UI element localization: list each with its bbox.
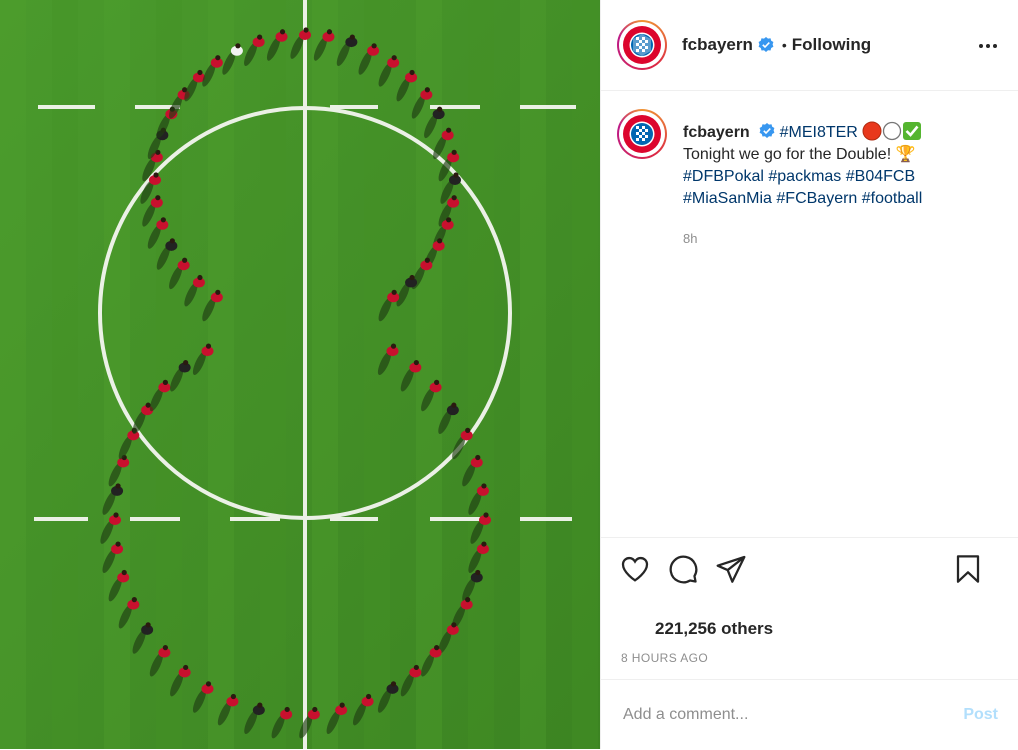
likes-count[interactable]: 221,256 others xyxy=(655,619,773,639)
post-time-ago[interactable]: 8 HOURS AGO xyxy=(621,651,708,665)
action-bar xyxy=(601,537,1018,600)
caption-area: fcbayern #MEI8TER Tonight we go for the … xyxy=(601,91,1018,537)
post-side-panel: fcbayern • Following fcbayern #MEI8TER T… xyxy=(600,0,1018,749)
pitch-photo xyxy=(0,0,600,749)
post-image[interactable] xyxy=(0,0,600,749)
caption-avatar[interactable] xyxy=(617,109,667,159)
caption-time[interactable]: 8h xyxy=(683,228,924,250)
heart-icon[interactable] xyxy=(619,553,651,585)
emoji-red-white-check-icon xyxy=(862,121,922,141)
caption-message: Tonight we go for the Double! 🏆 xyxy=(683,146,916,163)
comment-bubble-icon[interactable] xyxy=(667,553,699,585)
verified-badge-icon xyxy=(758,37,774,52)
comment-box: Post xyxy=(601,679,1018,750)
hashtag-link[interactable]: #FCBayern xyxy=(776,190,857,207)
header-username[interactable]: fcbayern xyxy=(682,35,753,55)
fcbayern-logo-icon xyxy=(623,26,661,64)
verified-badge-icon xyxy=(759,123,775,138)
fcbayern-logo-icon xyxy=(623,115,661,153)
header-separator: • xyxy=(781,37,787,53)
hashtag-link[interactable]: #football xyxy=(862,190,923,207)
post-header: fcbayern • Following xyxy=(601,0,1018,91)
post-comment-button[interactable]: Post xyxy=(963,706,998,724)
hashtag-link[interactable]: #B04FCB xyxy=(846,168,915,185)
paper-plane-icon[interactable] xyxy=(715,553,747,585)
instagram-post: fcbayern • Following fcbayern #MEI8TER T… xyxy=(0,0,1018,749)
comment-input[interactable] xyxy=(621,705,964,725)
hashtag-link[interactable]: #MiaSanMia xyxy=(683,190,772,207)
hashtag-meister[interactable]: #MEI8TER xyxy=(780,124,858,141)
following-button[interactable]: Following xyxy=(792,35,871,55)
more-options-icon[interactable] xyxy=(978,34,998,54)
caption-username[interactable]: fcbayern xyxy=(683,124,750,141)
caption-text: fcbayern #MEI8TER Tonight we go for the … xyxy=(683,109,924,250)
avatar[interactable] xyxy=(617,20,667,70)
hashtag-link[interactable]: #DFBPokal xyxy=(683,168,764,185)
hashtag-link[interactable]: #packmas xyxy=(768,168,841,185)
bookmark-icon[interactable] xyxy=(952,553,984,585)
